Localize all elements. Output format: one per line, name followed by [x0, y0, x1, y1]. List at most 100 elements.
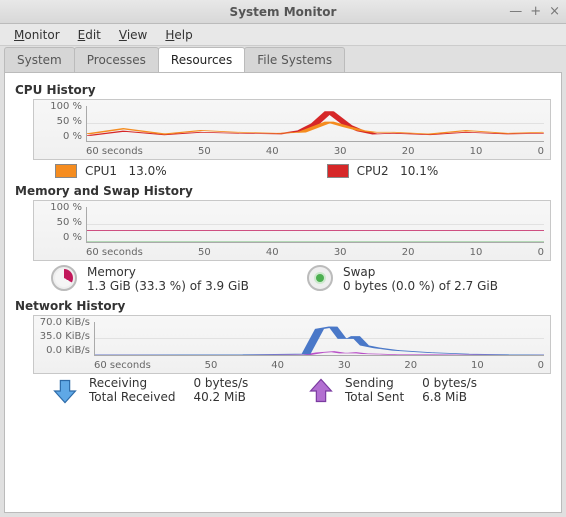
swap-value: 0 bytes (0.0 %) of 2.7 GiB: [343, 279, 498, 293]
send-label: Sending: [345, 376, 404, 390]
xtick: 60 seconds: [86, 247, 143, 258]
recv-total-label: Total Received: [89, 390, 175, 404]
xtick: 30: [334, 146, 347, 157]
xtick: 50: [205, 360, 218, 371]
xtick: 0: [538, 146, 544, 157]
xtick: 30: [338, 360, 351, 371]
memory-text: Memory 1.3 GiB (33.3 %) of 3.9 GiB: [87, 265, 249, 293]
recv-rate: 0 bytes/s: [193, 376, 248, 390]
legend-cpu2[interactable]: CPU2 10.1%: [327, 164, 439, 178]
ytick: 50 %: [36, 218, 82, 228]
ytick: 50 %: [36, 117, 82, 127]
tab-file-systems[interactable]: File Systems: [244, 47, 345, 72]
recv-label: Receiving: [89, 376, 175, 390]
ytick: 100 %: [36, 102, 82, 112]
mem-x-ticks: 60 seconds 50 40 30 20 10 0: [86, 247, 544, 260]
cpu-history-title: CPU History: [15, 83, 551, 97]
net-y-ticks: 70.0 KiB/s 35.0 KiB/s 0.0 KiB/s: [36, 318, 90, 356]
xtick: 10: [470, 247, 483, 258]
minimize-icon[interactable]: —: [509, 4, 522, 19]
xtick: 40: [271, 360, 284, 371]
tabs: System Processes Resources File Systems: [0, 46, 566, 72]
memory-label: Memory: [87, 265, 249, 279]
legend-name: CPU1: [85, 164, 117, 178]
net-plot: [94, 322, 544, 356]
ytick: 35.0 KiB/s: [36, 332, 90, 342]
xtick: 60 seconds: [86, 146, 143, 157]
xtick: 10: [471, 360, 484, 371]
menu-monitor[interactable]: Monitor: [6, 26, 68, 44]
cpu-y-ticks: 100 % 50 % 0 %: [36, 102, 82, 142]
xtick: 20: [404, 360, 417, 371]
cpu2-line: [87, 111, 544, 136]
menu-view[interactable]: View: [111, 26, 155, 44]
swap-stat: Swap 0 bytes (0.0 %) of 2.7 GiB: [307, 265, 551, 293]
recv-total: 40.2 MiB: [193, 390, 248, 404]
mem-y-ticks: 100 % 50 % 0 %: [36, 203, 82, 243]
cpu-x-ticks: 60 seconds 50 40 30 20 10 0: [86, 146, 544, 159]
upload-arrow-icon: [307, 376, 335, 406]
xtick: 50: [198, 146, 211, 157]
ytick: 100 %: [36, 203, 82, 213]
download-arrow-icon: [51, 376, 79, 406]
xtick: 40: [266, 247, 279, 258]
swap-pie-icon: [307, 265, 333, 291]
send-rate: 0 bytes/s: [422, 376, 477, 390]
send-total: 6.8 MiB: [422, 390, 477, 404]
send-table: Sending 0 bytes/s Total Sent 6.8 MiB: [345, 376, 477, 404]
legend-name: CPU2: [357, 164, 389, 178]
swap-label: Swap: [343, 265, 498, 279]
net-history-title: Network History: [15, 299, 551, 313]
xtick: 0: [538, 360, 544, 371]
mem-plot: [86, 207, 544, 243]
close-icon[interactable]: ×: [549, 4, 560, 19]
send-total-label: Total Sent: [345, 390, 404, 404]
net-x-ticks: 60 seconds 50 40 30 20 10 0: [94, 360, 544, 373]
xtick: 20: [402, 247, 415, 258]
legend-value: 10.1%: [400, 164, 438, 178]
cpu-legend: CPU1 13.0% CPU2 10.1%: [55, 164, 551, 178]
recv-table: Receiving 0 bytes/s Total Received 40.2 …: [89, 376, 248, 404]
recv-stat: Receiving 0 bytes/s Total Received 40.2 …: [51, 376, 295, 406]
recv-line: [95, 327, 544, 355]
ytick: 0.0 KiB/s: [36, 346, 90, 356]
mem-history-title: Memory and Swap History: [15, 184, 551, 198]
menu-help[interactable]: Help: [157, 26, 200, 44]
net-chart: 70.0 KiB/s 35.0 KiB/s 0.0 KiB/s 60 secon…: [33, 315, 551, 374]
legend-cpu1[interactable]: CPU1 13.0%: [55, 164, 167, 178]
xtick: 30: [334, 247, 347, 258]
xtick: 50: [198, 247, 211, 258]
tab-resources[interactable]: Resources: [158, 47, 245, 72]
cpu-plot: [86, 106, 544, 142]
cpu-chart: 100 % 50 % 0 % 60 seconds 50 40 30 20 10…: [33, 99, 551, 160]
net-stats: Receiving 0 bytes/s Total Received 40.2 …: [51, 376, 551, 406]
xtick: 0: [538, 247, 544, 258]
ytick: 0 %: [36, 132, 82, 142]
memory-value: 1.3 GiB (33.3 %) of 3.9 GiB: [87, 279, 249, 293]
window-titlebar: System Monitor — + ×: [0, 0, 566, 24]
mem-chart: 100 % 50 % 0 % 60 seconds 50 40 30 20 10…: [33, 200, 551, 261]
xtick: 20: [402, 146, 415, 157]
memory-stat: Memory 1.3 GiB (33.3 %) of 3.9 GiB: [51, 265, 295, 293]
menu-edit[interactable]: Edit: [70, 26, 109, 44]
resources-page: CPU History 100 % 50 % 0 % 60 seconds 50…: [4, 72, 562, 513]
window-controls: — + ×: [509, 0, 560, 23]
send-line: [95, 352, 544, 355]
xtick: 40: [266, 146, 279, 157]
legend-label: CPU2 10.1%: [357, 164, 439, 178]
xtick: 10: [470, 146, 483, 157]
tab-processes[interactable]: Processes: [74, 47, 159, 72]
legend-label: CPU1 13.0%: [85, 164, 167, 178]
mem-stats: Memory 1.3 GiB (33.3 %) of 3.9 GiB Swap …: [51, 265, 551, 293]
send-stat: Sending 0 bytes/s Total Sent 6.8 MiB: [307, 376, 551, 406]
ytick: 0 %: [36, 233, 82, 243]
swatch-icon: [327, 164, 349, 178]
maximize-icon[interactable]: +: [530, 4, 541, 19]
swap-text: Swap 0 bytes (0.0 %) of 2.7 GiB: [343, 265, 498, 293]
tab-system[interactable]: System: [4, 47, 75, 72]
window-title: System Monitor: [230, 5, 337, 19]
menubar: Monitor Edit View Help: [0, 24, 566, 46]
legend-value: 13.0%: [129, 164, 167, 178]
xtick: 60 seconds: [94, 360, 151, 371]
memory-pie-icon: [51, 265, 77, 291]
